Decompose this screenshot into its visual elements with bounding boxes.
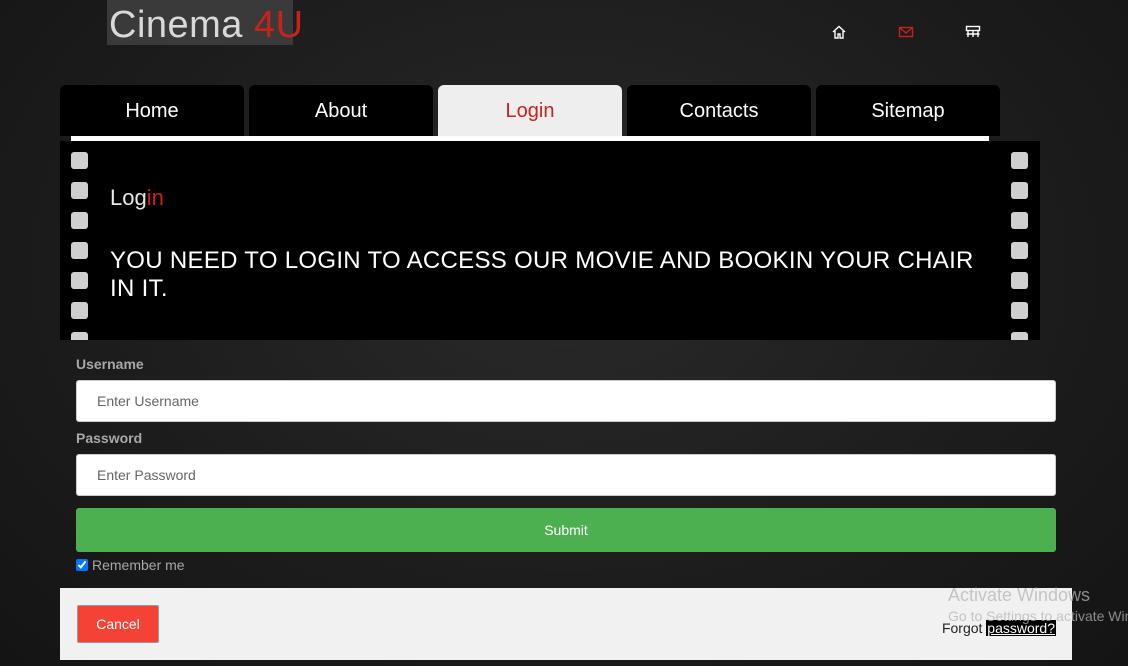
film-perforation [1011,332,1028,340]
film-perforation [1011,242,1028,259]
film-perforation [1011,302,1028,319]
film-perforation [71,242,88,259]
banner-message: YOU NEED TO LOGIN TO ACCESS OUR MOVIE AN… [110,247,974,302]
tab-about[interactable]: About [249,85,433,136]
activate-windows-watermark: Activate Windows Go to Settings to activ… [948,585,1128,624]
remember-me-label: Remember me [92,557,185,573]
password-input[interactable] [76,454,1056,496]
form-footer: Cancel Forgot password? [60,588,1072,660]
watermark-title: Activate Windows [948,585,1091,605]
password-label: Password [76,430,143,446]
film-perforation [71,152,88,169]
banner-title-part1: Log [110,185,147,210]
film-perforation [71,302,88,319]
banner-title-part2: in [146,185,164,210]
film-perforation [71,272,88,289]
mail-icon[interactable] [898,24,914,40]
film-perforation [1011,212,1028,229]
site-logo: Cinema 4U [107,0,303,46]
film-perforation [1011,182,1028,199]
username-label: Username [76,356,144,372]
watermark-subtitle: Go to Settings to activate Windows. [948,608,1128,624]
logo-text-4u: 4U [254,4,304,46]
film-perforation [71,182,88,199]
remember-me: Remember me [76,557,185,573]
logo-text-cinema: Cinema [109,4,254,46]
banner-title: Login [110,185,164,211]
tab-contacts[interactable]: Contacts [627,85,811,136]
username-input[interactable] [76,380,1056,422]
submit-button[interactable]: Submit [76,508,1056,552]
login-banner: Login YOU NEED TO LOGIN TO ACCESS OUR MO… [60,141,1040,340]
film-perforation [1011,272,1028,289]
film-perforation [71,212,88,229]
remember-me-checkbox[interactable] [76,559,88,571]
tab-login[interactable]: Login [438,85,622,136]
home-icon[interactable] [831,24,847,40]
tab-sitemap[interactable]: Sitemap [816,85,1000,136]
sitemap-icon[interactable] [965,24,981,40]
cancel-button[interactable]: Cancel [77,605,159,643]
tab-home[interactable]: Home [60,85,244,136]
film-perforation [1011,152,1028,169]
film-perforation [71,332,88,340]
